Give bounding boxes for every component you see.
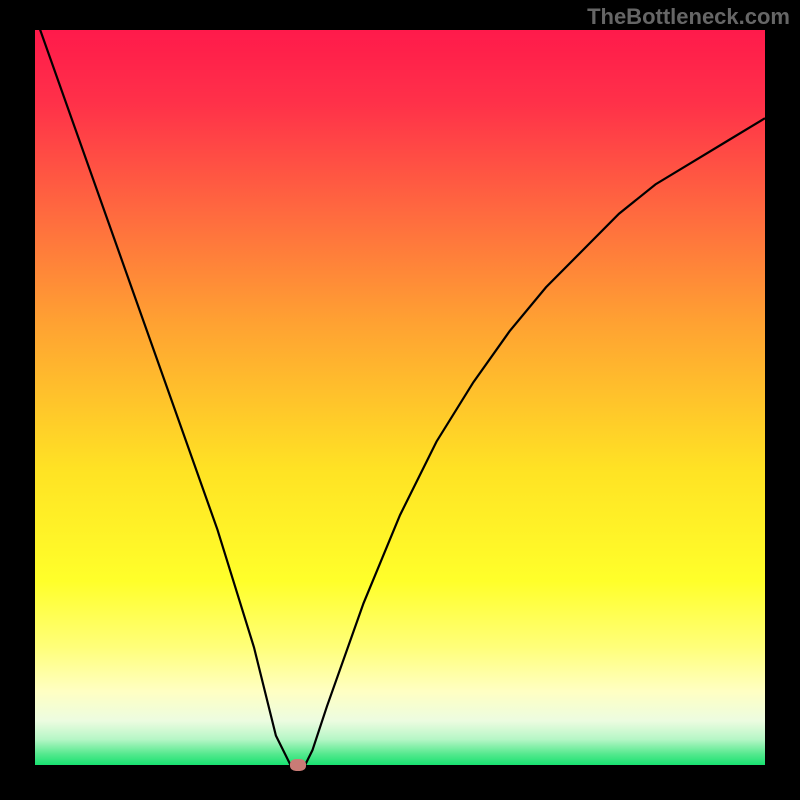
optimal-marker xyxy=(290,759,306,771)
bottleneck-curve xyxy=(35,30,765,765)
chart-frame: TheBottleneck.com xyxy=(0,0,800,800)
watermark-text: TheBottleneck.com xyxy=(587,4,790,30)
plot-area xyxy=(35,30,765,765)
